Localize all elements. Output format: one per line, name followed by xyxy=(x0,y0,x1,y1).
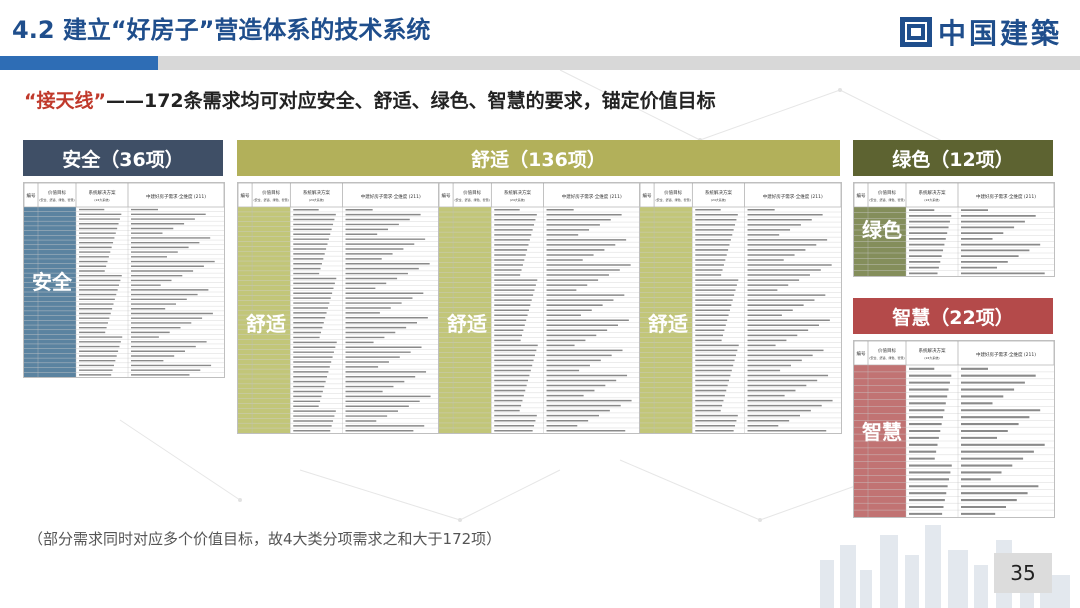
table-header-solution: 系统解决方案 xyxy=(919,189,946,196)
table-header-demand: 中建好房子需求·全维度 (211) xyxy=(763,193,823,200)
slide-title: 4.2 建立“好房子”营造体系的技术系统 xyxy=(12,16,431,44)
table-header-demand: 中建好房子需求·全维度 (211) xyxy=(361,193,421,200)
table-header-no: 编号 xyxy=(857,350,866,357)
title-divider-bar xyxy=(158,56,1080,70)
table-header-solution-sub: (24大系统) xyxy=(924,197,939,202)
table-header-solution: 系统解决方案 xyxy=(705,189,732,196)
company-logo: 中国建築 xyxy=(899,12,1062,52)
table-header-solution: 系统解决方案 xyxy=(504,189,531,196)
table-header-no: 编号 xyxy=(241,192,250,199)
table-header-value: 价值目标 xyxy=(664,189,682,196)
headline: “接天线”——172条需求均可对应安全、舒适、绿色、智慧的要求，锚定价值目标 xyxy=(24,86,716,113)
table-header-value-sub: (安全、舒适、绿色、智慧) xyxy=(655,197,690,202)
smart-overlay-label: 智慧 xyxy=(862,420,902,444)
safety-header: 安全（36项） xyxy=(23,140,223,176)
comfort-overlay-label-3: 舒适 xyxy=(648,312,688,336)
table-header-value-sub: (安全、舒适、绿色、智慧) xyxy=(869,355,904,360)
comfort-overlay-label-1: 舒适 xyxy=(246,312,286,336)
table-header-solution-sub: (24大系统) xyxy=(94,197,109,202)
table-header-value: 价值目标 xyxy=(262,189,280,196)
table-header-value-sub: (安全、舒适、绿色、智慧) xyxy=(39,197,74,202)
logo-text: 中国建築 xyxy=(937,17,1062,50)
table-header-value-sub: (安全、舒适、绿色、智慧) xyxy=(869,197,904,202)
green-overlay-label: 绿色 xyxy=(862,218,902,242)
comfort-header: 舒适（136项） xyxy=(237,140,840,176)
table-header-value: 价值目标 xyxy=(48,189,66,196)
table-header-value: 价值目标 xyxy=(878,347,896,354)
comfort-overlay-label-2: 舒适 xyxy=(447,312,487,336)
headline-text: ——172条需求均可对应安全、舒适、绿色、智慧的要求，锚定价值目标 xyxy=(105,90,716,112)
table-header-no: 编号 xyxy=(857,192,866,199)
table-header-demand: 中建好房子需求·全维度 (211) xyxy=(562,193,622,200)
green-header: 绿色（12项） xyxy=(853,140,1053,176)
cscec-logo-icon xyxy=(899,17,932,47)
table-header-demand: 中建好房子需求·全维度 (211) xyxy=(976,193,1036,200)
table-header-value: 价值目标 xyxy=(463,189,481,196)
table-header-solution-sub: (24大系统) xyxy=(711,197,726,202)
table-header-no: 编号 xyxy=(27,192,36,199)
headline-highlight: “接天线” xyxy=(24,90,106,112)
table-header-no: 编号 xyxy=(643,192,652,199)
footnote: （部分需求同时对应多个价值目标，故4大类分项需求之和大于172项） xyxy=(28,530,502,548)
table-header-no: 编号 xyxy=(442,192,451,199)
page-number: 35 xyxy=(994,553,1052,593)
table-header-solution-sub: (24大系统) xyxy=(924,355,939,360)
table-header-solution: 系统解决方案 xyxy=(89,189,116,196)
title-accent-bar xyxy=(0,56,158,70)
safety-overlay-label: 安全 xyxy=(32,270,72,294)
table-header-value-sub: (安全、舒适、绿色、智慧) xyxy=(454,197,489,202)
table-header-solution-sub: (24大系统) xyxy=(309,197,324,202)
table-header-demand: 中建好房子需求·全维度 (211) xyxy=(146,193,206,200)
table-header-demand: 中建好房子需求·全维度 (211) xyxy=(976,351,1036,358)
table-header-value: 价值目标 xyxy=(878,189,896,196)
table-header-solution-sub: (24大系统) xyxy=(510,197,525,202)
smart-header: 智慧（22项） xyxy=(853,298,1053,334)
table-header-value-sub: (安全、舒适、绿色、智慧) xyxy=(253,197,288,202)
table-header-solution: 系统解决方案 xyxy=(303,189,330,196)
table-header-solution: 系统解决方案 xyxy=(919,347,946,354)
